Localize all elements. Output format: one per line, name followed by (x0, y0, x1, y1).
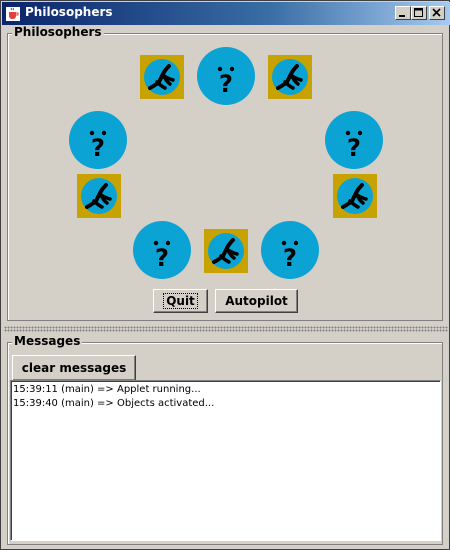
quit-button-label: Quit (163, 293, 198, 309)
log-line: 15:39:11 (main) => Applet running... (13, 384, 201, 395)
svg-text:?: ? (347, 134, 361, 162)
thinking-face-icon: ? (281, 240, 299, 272)
philosopher-2: ? (69, 111, 127, 169)
fork-1 (140, 55, 184, 99)
fork-4 (333, 174, 377, 218)
philosopher-4: ? (133, 221, 191, 279)
quit-button[interactable]: Quit (153, 289, 208, 313)
fork-icon (341, 183, 368, 209)
minimize-button[interactable] (395, 6, 411, 20)
fork-icon (148, 64, 175, 90)
app-window: Philosophers Philosophers ? ? ? ? ? Quit… (0, 0, 450, 550)
minimize-icon (399, 15, 405, 17)
maximize-button[interactable] (411, 6, 427, 20)
svg-text:?: ? (283, 244, 297, 272)
fork-5 (204, 229, 248, 273)
thinking-face-icon: ? (153, 240, 171, 272)
svg-text:?: ? (91, 134, 105, 162)
split-pane-divider[interactable] (4, 326, 448, 332)
philosophers-panel-title: Philosophers (12, 25, 104, 39)
close-icon (432, 8, 441, 17)
title-bar[interactable]: Philosophers (2, 2, 450, 25)
autopilot-button[interactable]: Autopilot (215, 289, 298, 313)
fork-2 (268, 55, 312, 99)
philosopher-3: ? (325, 111, 383, 169)
clear-messages-button[interactable]: clear messages (12, 355, 136, 381)
fork-icon (276, 64, 303, 90)
fork-3 (77, 174, 121, 218)
close-button[interactable] (429, 6, 445, 20)
messages-log[interactable]: 15:39:11 (main) => Applet running... 15:… (10, 380, 441, 541)
thinking-face-icon: ? (89, 130, 107, 162)
thinking-face-icon: ? (217, 66, 235, 98)
svg-text:?: ? (219, 70, 233, 98)
java-cup-icon (5, 6, 21, 22)
fork-icon (85, 183, 112, 209)
log-line: 15:39:40 (main) => Objects activated... (13, 398, 215, 409)
maximize-icon (414, 8, 423, 17)
clear-messages-label: clear messages (21, 361, 127, 375)
autopilot-button-label: Autopilot (225, 294, 288, 308)
philosopher-5: ? (261, 221, 319, 279)
thinking-face-icon: ? (345, 130, 363, 162)
fork-icon (212, 238, 239, 264)
window-title: Philosophers (25, 5, 113, 19)
svg-text:?: ? (155, 244, 169, 272)
philosopher-1: ? (197, 47, 255, 105)
messages-panel-title: Messages (12, 334, 83, 348)
